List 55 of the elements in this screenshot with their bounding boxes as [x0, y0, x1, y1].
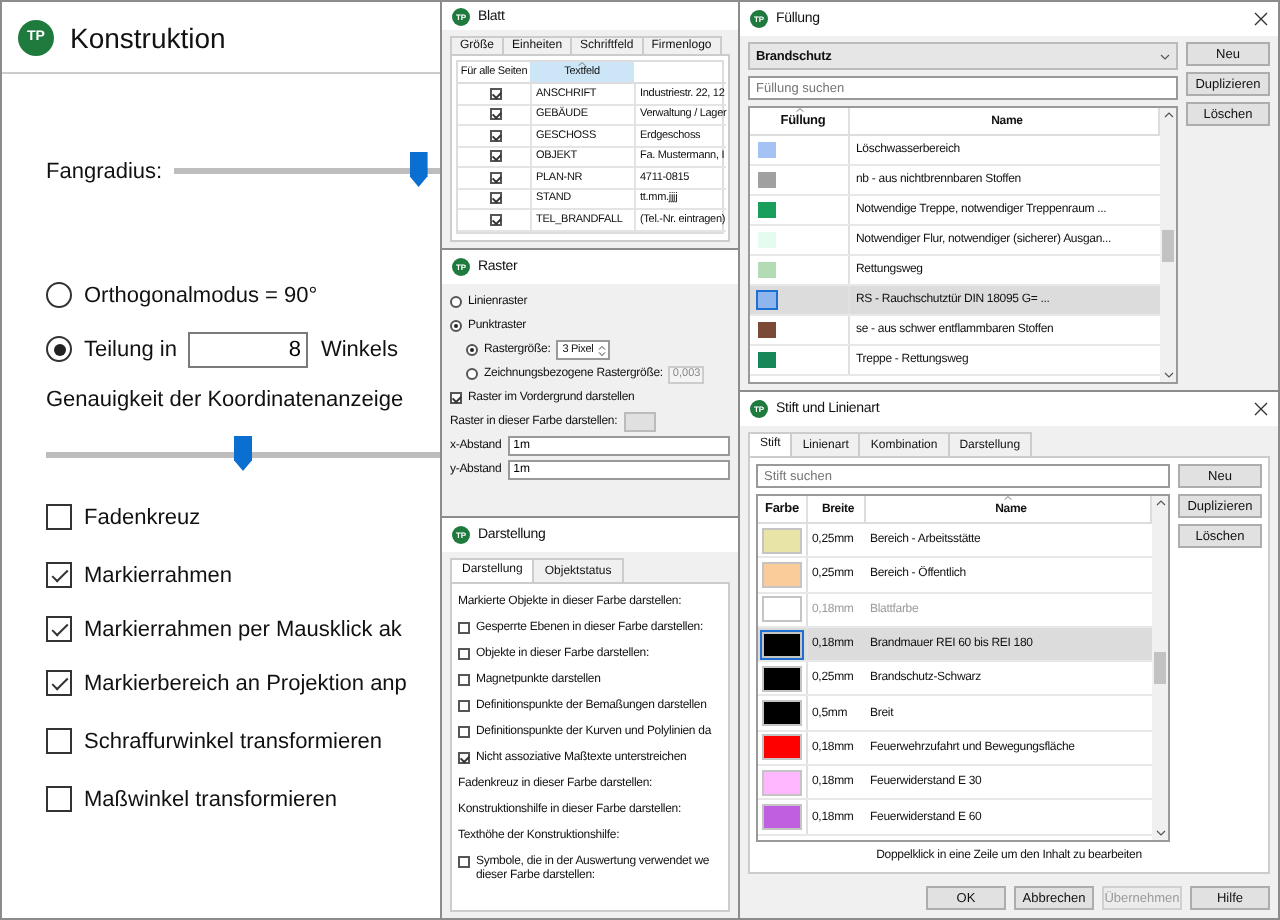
checkbox-label: Markierbereich an Projektion anp [84, 671, 407, 695]
radio-button[interactable] [466, 344, 478, 356]
checkbox[interactable] [46, 562, 72, 588]
chevron-icon [1155, 830, 1165, 836]
checkbox[interactable] [458, 622, 470, 634]
close-icon [1254, 12, 1268, 26]
checkbox[interactable] [46, 786, 72, 812]
checkbox[interactable] [46, 728, 72, 754]
scrollbar[interactable] [1160, 108, 1176, 382]
checkbox-label: Maßwinkel transformieren [84, 787, 338, 811]
close-icon [1254, 402, 1268, 416]
chevron-icon [1155, 500, 1165, 506]
scrollbar-thumb[interactable] [1162, 229, 1174, 261]
scrollbar-thumb[interactable] [1154, 652, 1166, 684]
radio-button[interactable] [450, 296, 462, 308]
radio-button[interactable] [46, 336, 72, 362]
checkbox[interactable] [490, 171, 502, 184]
color-picker[interactable] [623, 412, 656, 432]
checkbox[interactable] [490, 150, 502, 163]
radio-label: Orthogonalmodus = 90° [84, 283, 318, 307]
scrollbar[interactable] [1152, 496, 1168, 840]
field-label: Genauigkeit der Koordinatenanzeige [46, 388, 404, 412]
checkbox[interactable] [490, 108, 502, 121]
window-title: Konstruktion [70, 21, 228, 53]
checkbox[interactable] [490, 213, 502, 226]
checkbox[interactable] [458, 648, 470, 660]
checkbox[interactable] [458, 700, 470, 712]
chevron-icon [1163, 112, 1173, 118]
slider-thumb[interactable] [234, 435, 252, 471]
checkbox-label: Schraffurwinkel transformieren [84, 729, 382, 753]
number-field[interactable]: 8 [188, 331, 309, 367]
radio-button[interactable] [466, 368, 478, 380]
chevron-icon [1160, 53, 1170, 59]
radio-button[interactable] [46, 282, 72, 308]
checkbox[interactable] [490, 129, 502, 142]
checkbox[interactable] [46, 616, 72, 642]
checkbox[interactable] [490, 87, 502, 100]
checkbox[interactable] [46, 670, 72, 696]
checkbox[interactable] [458, 726, 470, 738]
slider-thumb[interactable] [409, 151, 428, 187]
checkbox-label: Fadenkreuz [84, 505, 201, 529]
checkbox[interactable] [458, 752, 470, 764]
checkbox[interactable] [458, 856, 470, 868]
checkbox-label: Markierrahmen per Mausklick ak [84, 617, 402, 641]
field-label: Fangradius: [46, 159, 163, 183]
spin-arrows-icon [597, 343, 606, 357]
radio-label: Teilung in [84, 337, 177, 361]
checkbox[interactable] [458, 674, 470, 686]
radio-button[interactable] [450, 320, 462, 332]
checkbox[interactable] [490, 192, 502, 205]
checkbox[interactable] [46, 504, 72, 530]
unit-label: Winkels [320, 337, 398, 361]
checkbox[interactable] [450, 392, 462, 404]
chevron-icon [1163, 372, 1173, 378]
checkbox-label: Markierrahmen [84, 563, 232, 587]
